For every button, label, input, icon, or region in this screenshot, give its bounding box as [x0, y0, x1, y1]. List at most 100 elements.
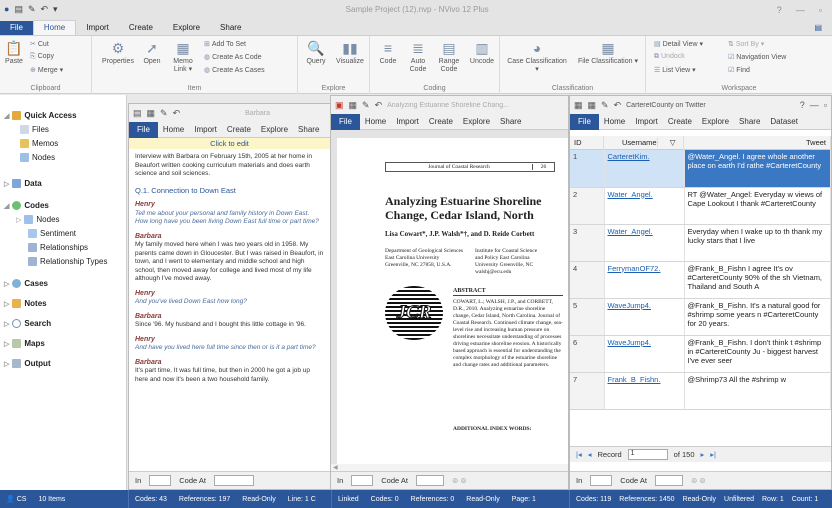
add-to-set-button[interactable]: ⊞ Add To Set [204, 40, 246, 48]
nav-memos[interactable]: Memos [20, 139, 58, 149]
first-record-icon[interactable]: |◂ [576, 450, 582, 459]
tab-import[interactable]: Import [630, 117, 663, 126]
file-classification-button[interactable]: ▦ File Classification ▾ [576, 40, 640, 66]
read-only-status[interactable]: Read-Only [242, 496, 275, 503]
table-row[interactable]: 7 Frank_B_Fishn. @Shrimp73 All the #shrimp… [570, 372, 831, 410]
tab-file[interactable]: File [129, 121, 158, 138]
help-icon[interactable]: ? [800, 100, 805, 110]
copy-button[interactable]: ⎘ Copy [30, 53, 54, 61]
filter-status[interactable]: Unfiltered [724, 496, 754, 503]
tab-create[interactable]: Create [663, 117, 697, 126]
navigation-view-checkbox[interactable]: ☑ Navigation View [728, 53, 786, 61]
tab-explore[interactable]: Explore [458, 117, 495, 126]
nav-search[interactable]: ▷ Search [4, 319, 51, 329]
tab-import[interactable]: Import [391, 117, 424, 126]
filter-icon[interactable]: ▽ [670, 138, 676, 147]
undo-icon[interactable]: ↶ [614, 100, 622, 111]
nav-maps[interactable]: ▷ Maps [4, 339, 45, 349]
edit-icon[interactable]: ✎ [28, 4, 36, 15]
nav-sentiment[interactable]: Sentiment [28, 229, 76, 239]
help-icon[interactable]: ? [777, 5, 782, 15]
tab-create[interactable]: Create [119, 21, 163, 35]
interview-document[interactable]: Interview with Barbara on February 15th,… [129, 149, 330, 469]
find-checkbox[interactable]: ☑ Find [728, 66, 750, 74]
cut-button[interactable]: ✂ Cut [30, 40, 49, 48]
open-button[interactable]: ➚ Open [140, 40, 164, 66]
tab-explore[interactable]: Explore [697, 117, 734, 126]
minimize-icon[interactable]: — [796, 5, 805, 15]
column-header-id[interactable]: ID [570, 136, 604, 150]
table-row[interactable]: 1 CarteretKim. @Water_Angel. I agree whole… [570, 150, 831, 188]
table-row[interactable]: 6 WaveJump4. @Frank_B_Fishn. I don't think… [570, 335, 831, 373]
read-only-status[interactable]: Read-Only [466, 496, 499, 503]
merge-button[interactable]: ⊕ Merge ▾ [30, 66, 63, 74]
tab-create[interactable]: Create [424, 117, 458, 126]
code-at-field[interactable] [213, 475, 254, 486]
tab-share[interactable]: Share [293, 125, 324, 134]
code-icon[interactable]: ⊚ ⊚ [452, 476, 467, 485]
minimize-icon[interactable]: — [810, 100, 819, 110]
collapse-ribbon-icon[interactable]: ▤ [804, 21, 832, 35]
tab-file[interactable]: File [0, 21, 33, 35]
tab-share[interactable]: Share [734, 117, 765, 126]
last-record-icon[interactable]: ▸| [710, 450, 716, 459]
nav-quick-access[interactable]: ◢ Quick Access [4, 111, 77, 121]
next-record-icon[interactable]: ▸ [701, 450, 705, 459]
nav-codes-nodes[interactable]: ▷ Nodes [16, 215, 60, 225]
table-row[interactable]: 3 Water_Angel. Everyday when I wake up to … [570, 224, 831, 262]
nav-cases[interactable]: ▷ Cases [4, 279, 48, 289]
properties-button[interactable]: ⚙ Properties [100, 40, 136, 66]
table-row[interactable]: 2 Water_Angel. RT @Water_Angel: Everyday w… [570, 187, 831, 225]
maximize-icon[interactable]: ▫ [824, 100, 831, 110]
nav-relationships[interactable]: Relationships [28, 243, 88, 253]
save-icon[interactable]: ▦ [349, 100, 358, 111]
save-icon[interactable]: ▦ [147, 108, 156, 119]
tab-file[interactable]: File [331, 113, 360, 130]
column-header-tweet[interactable]: Tweet [684, 136, 831, 150]
dataset-grid[interactable]: ID Username ▽ Tweet 1 CarteretKim. @Water_… [570, 136, 831, 446]
nav-data[interactable]: ▷ Data [4, 179, 42, 189]
undo-icon[interactable]: ↶ [41, 4, 49, 15]
in-dropdown[interactable] [149, 475, 172, 486]
tab-file[interactable]: File [570, 113, 599, 130]
detail-view-button[interactable]: ▤ Detail View ▾ [654, 40, 703, 48]
visualize-button[interactable]: ▮▮ Visualize [332, 40, 368, 66]
nav-output[interactable]: ▷ Output [4, 359, 51, 369]
edit-icon[interactable]: ✎ [601, 100, 609, 111]
nav-notes[interactable]: ▷ Notes [4, 299, 47, 309]
nav-files[interactable]: Files [20, 125, 49, 135]
auto-code-button[interactable]: ≣ Auto Code [404, 40, 432, 74]
nav-nodes[interactable]: Nodes [20, 153, 55, 163]
prev-record-icon[interactable]: ◂ [588, 450, 592, 459]
click-to-edit-bar[interactable]: Click to edit [129, 138, 330, 149]
tab-create[interactable]: Create [222, 125, 256, 134]
uncode-button[interactable]: ▥ Uncode [466, 40, 498, 66]
save-icon[interactable]: ▦ [588, 100, 597, 111]
code-button[interactable]: ≡ Code [376, 40, 400, 66]
code-at-field[interactable] [654, 475, 683, 486]
record-number-input[interactable]: 1 [627, 449, 668, 460]
tab-home[interactable]: Home [599, 117, 630, 126]
tab-home[interactable]: Home [158, 125, 189, 134]
range-code-button[interactable]: ▤ Range Code [434, 40, 464, 74]
save-icon[interactable]: ▤ [14, 4, 23, 15]
pdf-viewer[interactable]: Journal of Coastal Research 26 Analyzing … [331, 130, 568, 472]
table-row[interactable]: 4 FerrymanOF72. @Frank_B_Fishn I agree It'… [570, 261, 831, 299]
create-as-code-button[interactable]: ◍ Create As Code [204, 53, 262, 61]
code-icon[interactable]: ⊚ ⊚ [691, 476, 706, 485]
paste-button[interactable]: 📋 Paste [3, 40, 25, 66]
edit-icon[interactable]: ✎ [160, 108, 168, 119]
undo-icon[interactable]: ↶ [375, 100, 383, 111]
code-at-field[interactable] [415, 475, 444, 486]
tab-home[interactable]: Home [360, 117, 391, 126]
table-row[interactable]: 5 WaveJump4. @Frank_B_Fishn. It's a natura… [570, 298, 831, 336]
tab-share[interactable]: Share [210, 21, 251, 35]
tab-import[interactable]: Import [189, 125, 222, 134]
nav-relationship-types[interactable]: Relationship Types [28, 257, 107, 267]
list-view-button[interactable]: ☰ List View ▾ [654, 66, 696, 74]
tab-explore[interactable]: Explore [256, 125, 293, 134]
in-dropdown[interactable] [351, 475, 374, 486]
tab-explore[interactable]: Explore [163, 21, 210, 35]
memo-button[interactable]: ▦ Memo Link ▾ [168, 40, 198, 74]
undo-icon[interactable]: ↶ [173, 108, 181, 119]
